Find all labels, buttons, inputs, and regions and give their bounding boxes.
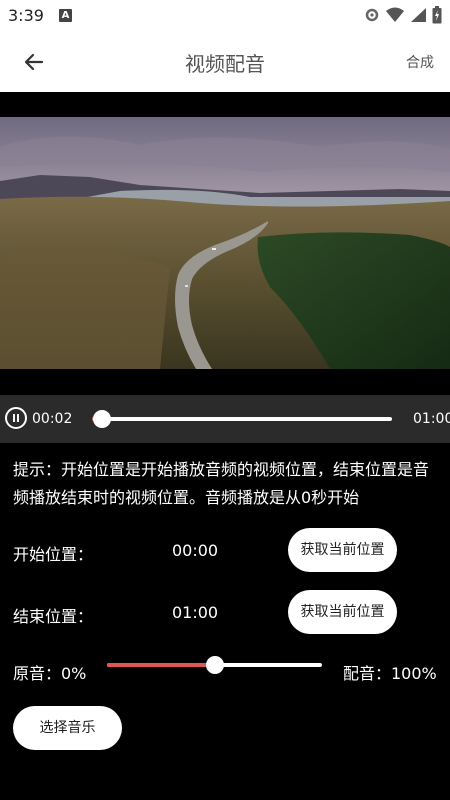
arrow-left-icon xyxy=(24,53,44,71)
notification-badge: A xyxy=(59,9,72,22)
mix-thumb[interactable] xyxy=(205,656,224,674)
playback-progress-slider[interactable] xyxy=(92,410,392,428)
pause-button[interactable] xyxy=(5,407,27,429)
battery-icon xyxy=(432,6,442,28)
mix-balance-slider[interactable] xyxy=(107,656,322,674)
original-volume-label: 原音：0% xyxy=(13,664,87,683)
get-start-position-button[interactable]: 获取当前位置 xyxy=(288,528,397,572)
status-icons xyxy=(364,6,442,28)
app-bar: 视频配音 合成 xyxy=(0,32,450,92)
start-position-value: 00:00 xyxy=(172,541,219,560)
settings-icon xyxy=(364,7,380,27)
status-time: 3:39 xyxy=(8,6,44,25)
video-preview[interactable] xyxy=(0,117,450,369)
player-controls: 00:02 01:00 xyxy=(0,395,450,443)
wifi-icon xyxy=(386,7,404,27)
mix-fill xyxy=(107,663,215,667)
hint-text: 提示：开始位置是开始播放音频的视频位置，结束位置是音频播放结束时的视频位置。音频… xyxy=(13,460,430,507)
status-bar: 3:39 A xyxy=(0,0,450,32)
current-time: 00:02 xyxy=(32,411,73,427)
dub-volume-label: 配音：100% xyxy=(343,664,437,683)
choose-music-button[interactable]: 选择音乐 xyxy=(13,706,122,750)
cellular-signal-icon xyxy=(410,7,426,27)
end-position-label: 结束位置： xyxy=(13,607,94,626)
video-frame-image xyxy=(0,117,450,369)
progress-thumb[interactable] xyxy=(92,410,111,428)
total-time: 01:00 xyxy=(413,411,450,427)
get-end-position-button[interactable]: 获取当前位置 xyxy=(288,590,397,634)
end-position-value: 01:00 xyxy=(172,603,219,622)
start-position-label: 开始位置： xyxy=(13,545,94,564)
compose-button[interactable]: 合成 xyxy=(406,52,434,72)
page-title: 视频配音 xyxy=(185,52,265,76)
back-button[interactable] xyxy=(20,48,48,76)
